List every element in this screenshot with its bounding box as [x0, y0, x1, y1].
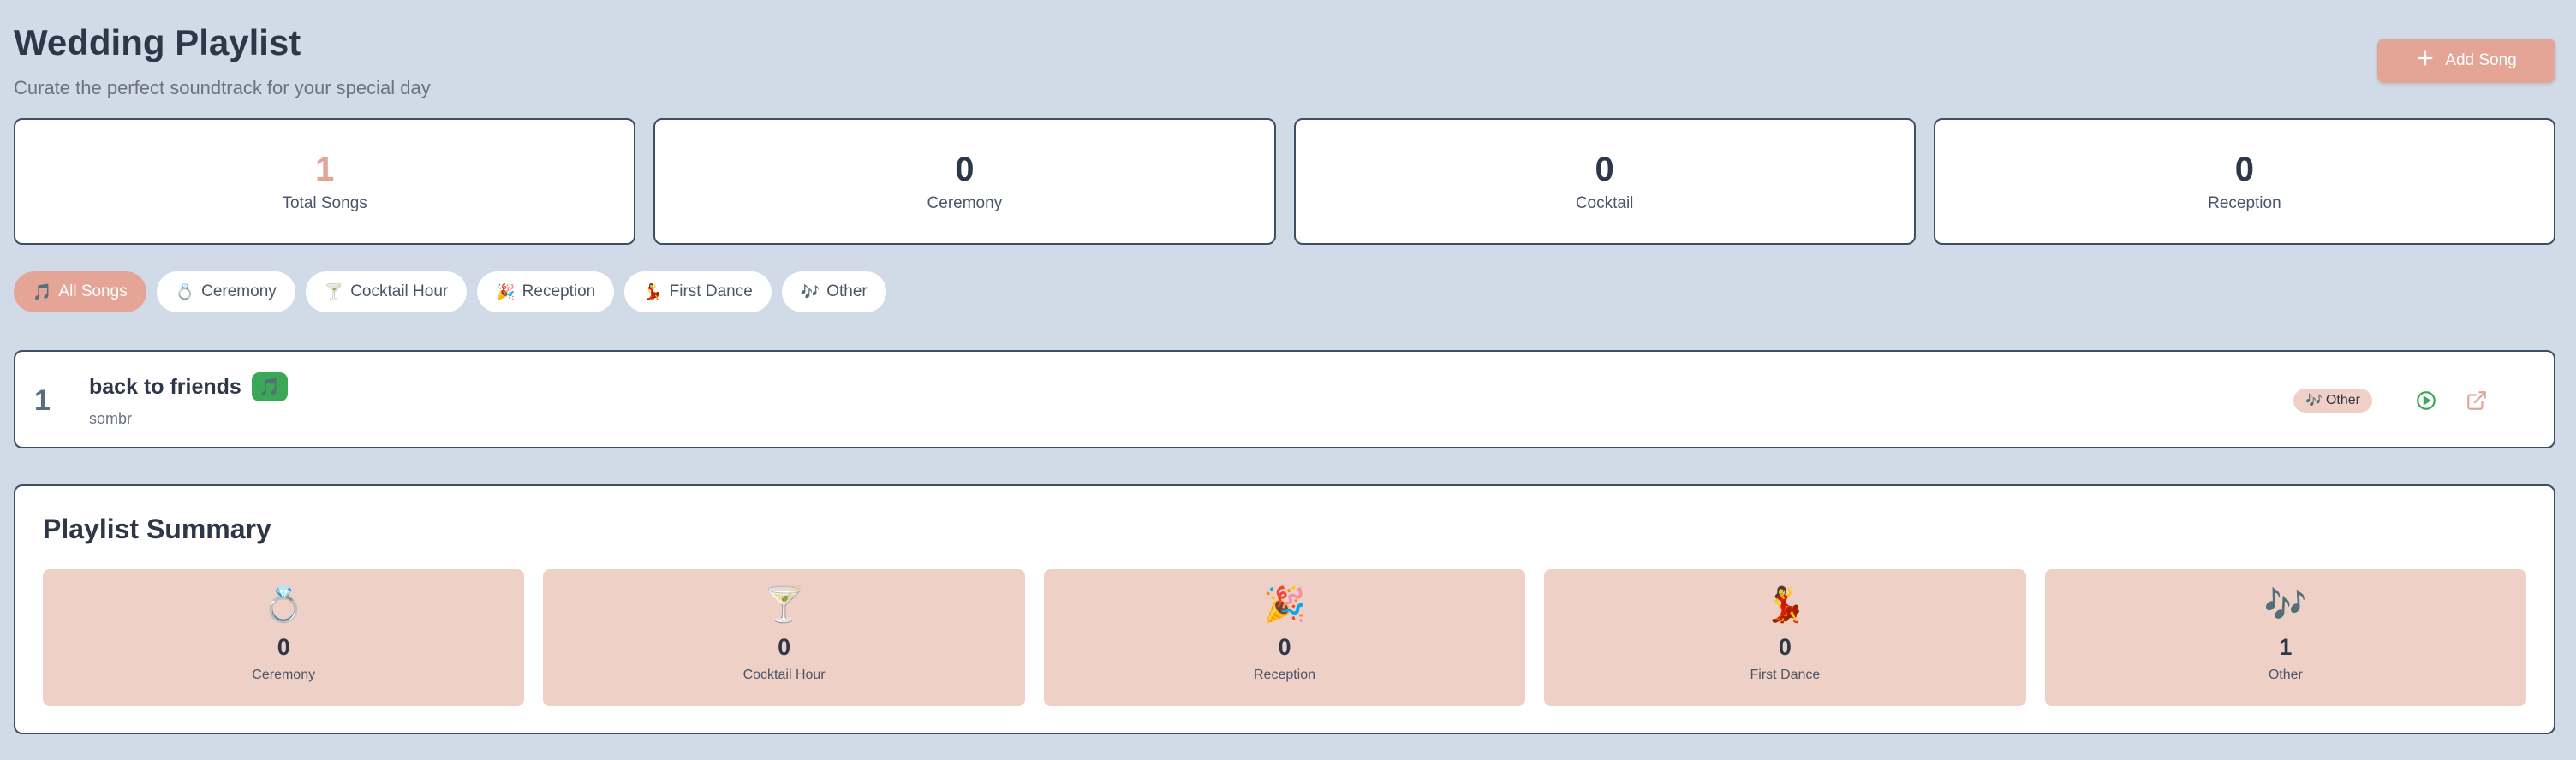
music-note-icon: 🎵 — [33, 282, 52, 300]
ring-icon: 💍 — [262, 586, 306, 624]
music-notes-icon: 🎶 — [2263, 586, 2307, 624]
play-circle-icon[interactable] — [2415, 389, 2437, 412]
song-number: 1 — [34, 384, 51, 417]
stats-row: 1 Total Songs 0 Ceremony 0 Cocktail 0 Re… — [14, 118, 2555, 245]
summary-count: 0 — [277, 634, 290, 660]
music-note-icon: 🎵 — [251, 372, 288, 401]
summary-card-reception: 🎉 0 Reception — [1043, 569, 1526, 706]
filter-first-dance[interactable]: 💃 First Dance — [624, 271, 772, 312]
summary-card-first-dance: 💃 0 First Dance — [1544, 569, 2026, 706]
song-title: back to friends — [89, 374, 242, 399]
summary-card-ceremony: 💍 0 Ceremony — [43, 569, 525, 706]
cocktail-icon: 🍸 — [324, 282, 344, 300]
summary-count: 0 — [1278, 634, 1291, 660]
stat-value-reception: 0 — [2234, 151, 2254, 188]
plus-icon — [2416, 49, 2435, 73]
filter-label: All Songs — [58, 282, 128, 300]
stat-label-total: Total Songs — [282, 194, 367, 212]
party-popper-icon: 🎉 — [1263, 586, 1306, 624]
filter-label: Ceremony — [201, 282, 277, 300]
filter-all-songs[interactable]: 🎵 All Songs — [14, 271, 146, 312]
filter-other[interactable]: 🎶 Other — [781, 271, 886, 312]
party-popper-icon: 🎉 — [496, 282, 516, 300]
summary-count: 0 — [778, 634, 791, 660]
summary-card-cocktail-hour: 🍸 0 Cocktail Hour — [543, 569, 1025, 706]
stat-card-reception: 0 Reception — [1933, 118, 2555, 245]
page-subtitle: Curate the perfect soundtrack for your s… — [14, 77, 431, 98]
stat-label-cocktail: Cocktail — [1575, 194, 1634, 212]
summary-label: Reception — [1253, 668, 1316, 682]
playlist-summary: Playlist Summary 💍 0 Ceremony 🍸 0 Cockta… — [14, 484, 2555, 734]
stat-value-ceremony: 0 — [955, 151, 975, 188]
summary-grid: 💍 0 Ceremony 🍸 0 Cocktail Hour 🎉 0 Recep… — [43, 569, 2527, 706]
add-song-label: Add Song — [2445, 51, 2517, 69]
stat-label-ceremony: Ceremony — [927, 194, 1003, 212]
ring-icon: 💍 — [175, 282, 195, 300]
dancer-icon: 💃 — [1763, 586, 1807, 624]
filter-cocktail-hour[interactable]: 🍸 Cocktail Hour — [305, 271, 468, 312]
summary-label: Other — [2268, 668, 2303, 682]
page-header: Wedding Playlist Curate the perfect soun… — [14, 21, 431, 99]
music-notes-icon: 🎶 — [2305, 394, 2323, 408]
song-artist: sombr — [89, 410, 133, 427]
category-label: Other — [2325, 393, 2360, 407]
summary-label: Ceremony — [252, 668, 316, 682]
filter-label: Cocktail Hour — [350, 282, 449, 300]
song-item: 1 back to friends 🎵 sombr 🎶 Other — [14, 350, 2555, 448]
filter-ceremony[interactable]: 💍 Ceremony — [156, 271, 295, 312]
summary-label: Cocktail Hour — [742, 668, 826, 682]
summary-label: First Dance — [1750, 668, 1821, 682]
summary-card-other: 🎶 1 Other — [2044, 569, 2527, 706]
music-notes-icon: 🎶 — [800, 282, 820, 300]
stat-label-reception: Reception — [2208, 194, 2281, 212]
external-link-icon[interactable] — [2466, 389, 2488, 412]
stat-value-total: 1 — [315, 151, 335, 188]
page-title: Wedding Playlist — [14, 22, 301, 62]
stat-card-total: 1 Total Songs — [14, 118, 636, 245]
filter-chips: 🎵 All Songs 💍 Ceremony 🍸 Cocktail Hour 🎉… — [14, 271, 886, 312]
cocktail-icon: 🍸 — [762, 586, 806, 624]
filter-label: First Dance — [669, 282, 753, 300]
filter-label: Reception — [522, 282, 596, 300]
song-title-row: back to friends 🎵 — [89, 372, 288, 401]
dancer-icon: 💃 — [643, 282, 663, 300]
category-badge: 🎶 Other — [2293, 389, 2372, 413]
summary-count: 1 — [2279, 634, 2293, 660]
filter-label: Other — [826, 282, 868, 300]
stat-card-cocktail: 0 Cocktail — [1293, 118, 1916, 245]
stat-value-cocktail: 0 — [1595, 151, 1614, 188]
summary-count: 0 — [1778, 634, 1792, 660]
stat-card-ceremony: 0 Ceremony — [653, 118, 1276, 245]
summary-title: Playlist Summary — [43, 514, 271, 544]
add-song-button[interactable]: Add Song — [2377, 39, 2555, 83]
filter-reception[interactable]: 🎉 Reception — [477, 271, 615, 312]
